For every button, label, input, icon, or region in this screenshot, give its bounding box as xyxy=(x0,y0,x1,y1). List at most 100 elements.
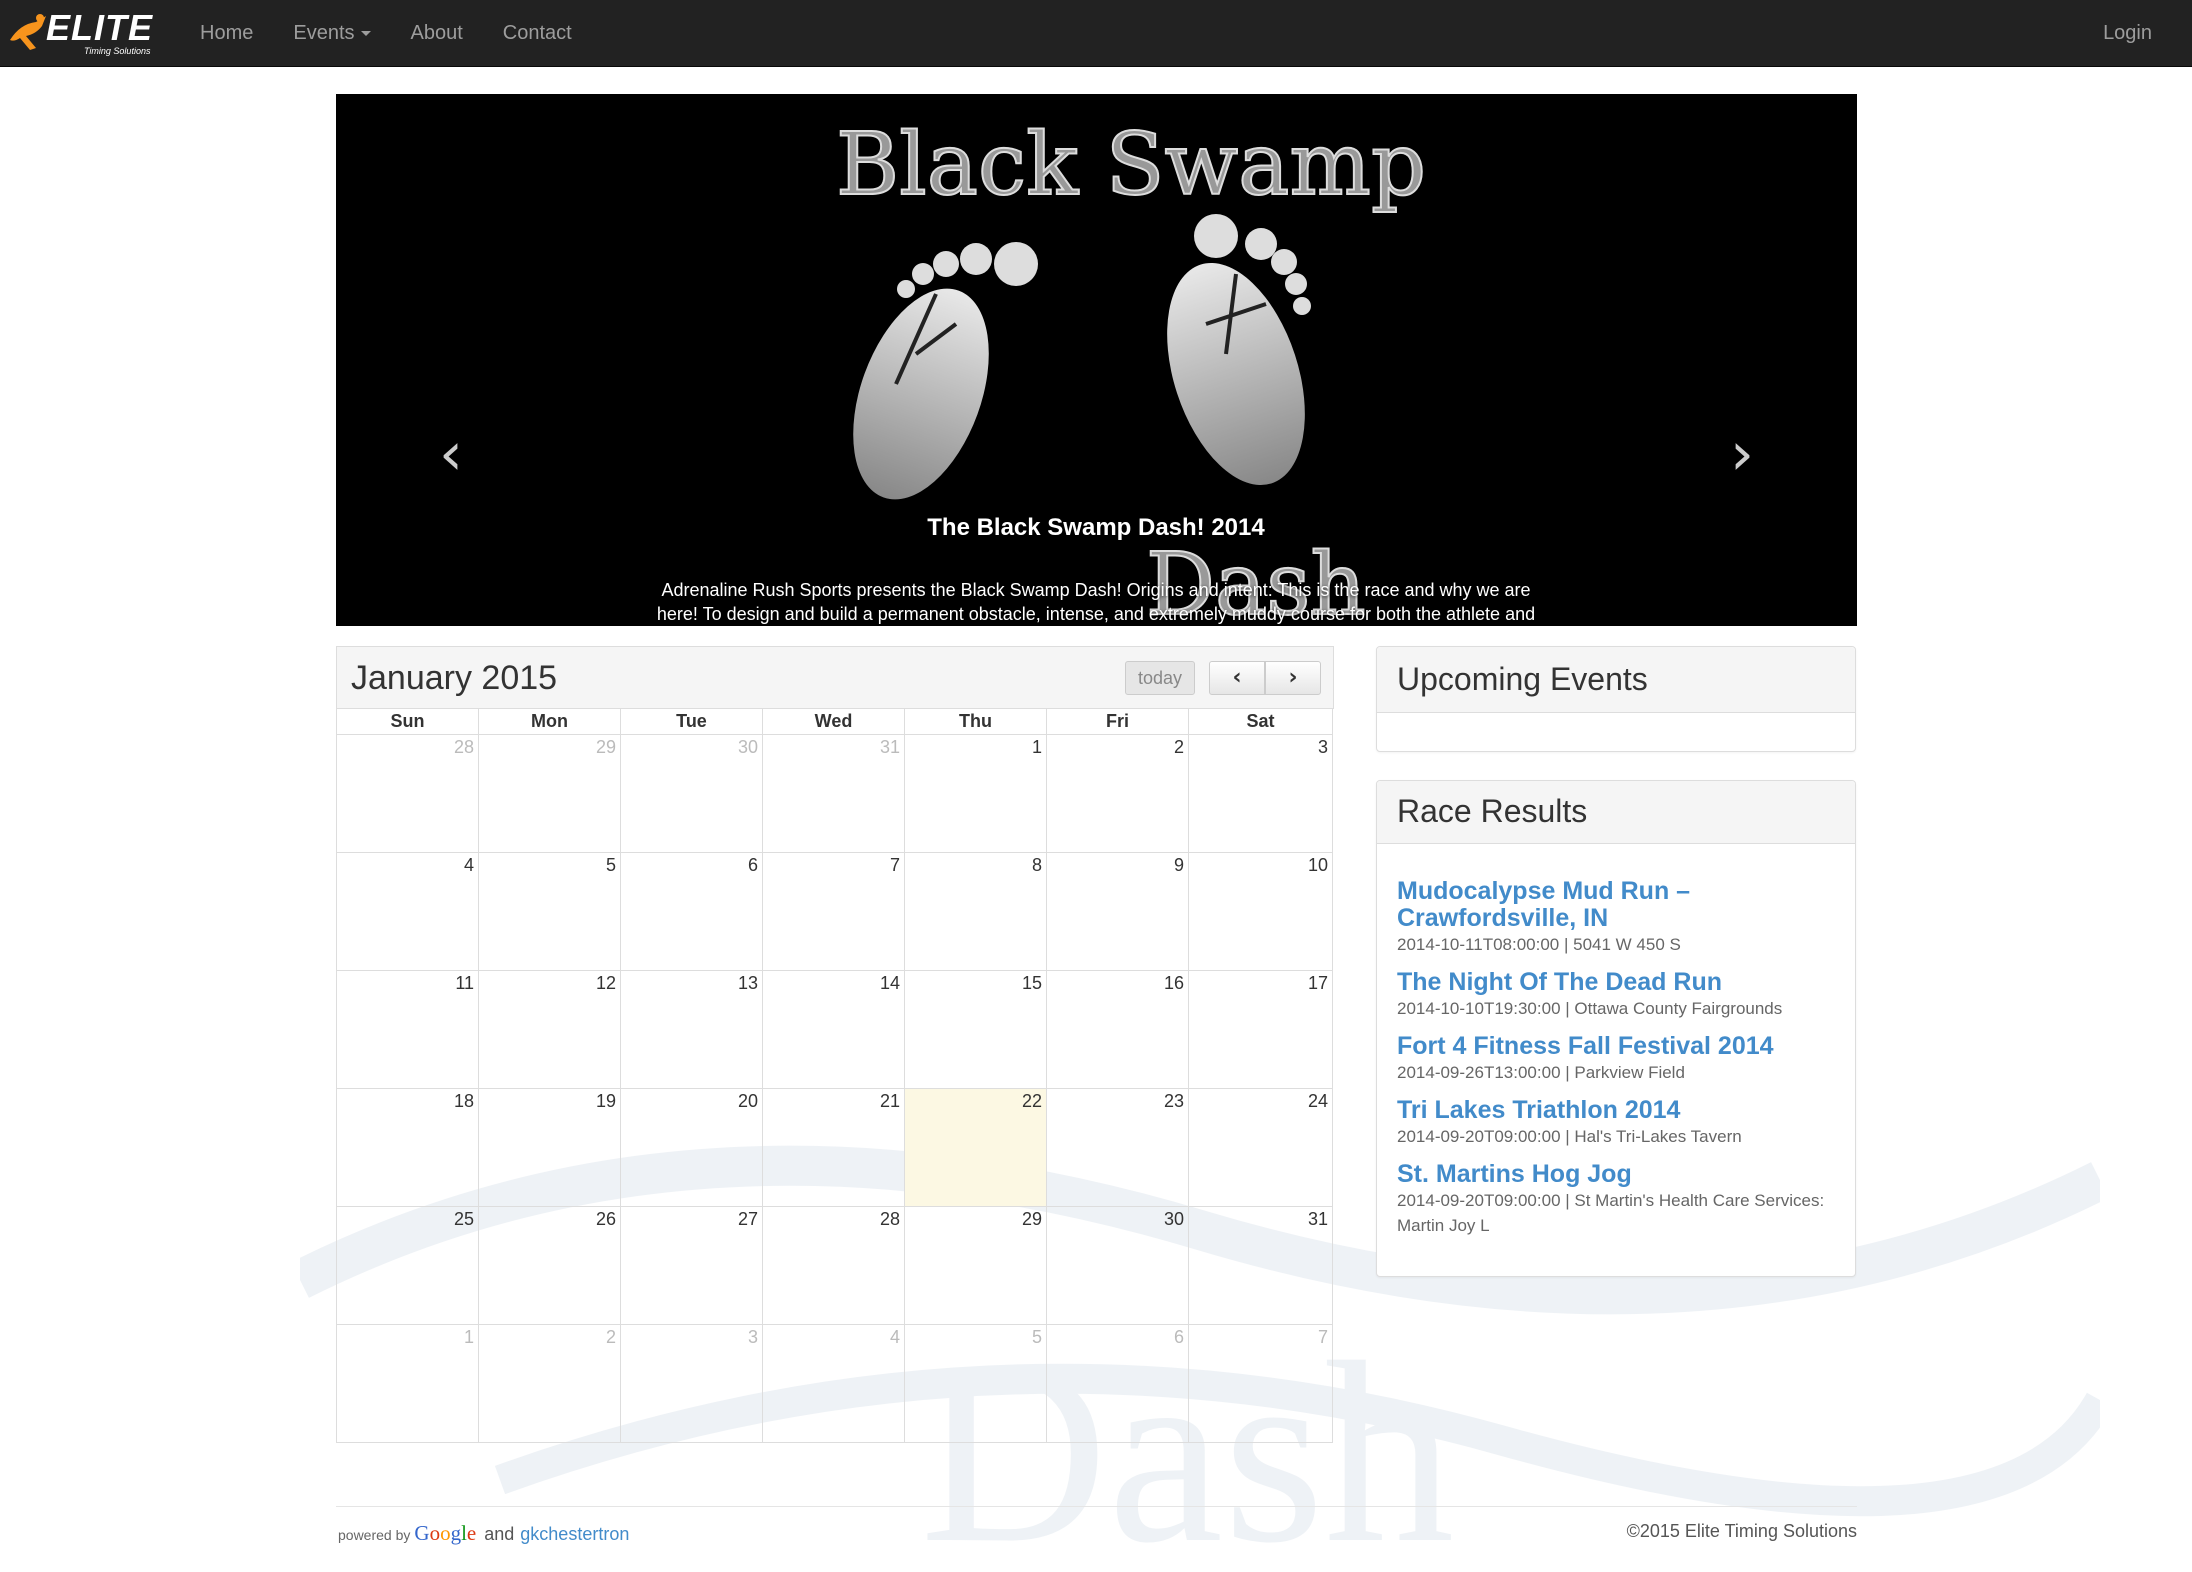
race-result-meta: 2014-09-20T09:00:00 | Hal's Tri-Lakes Ta… xyxy=(1397,1127,1742,1146)
race-results-list: Mudocalypse Mud Run – Crawfordsville, IN… xyxy=(1377,844,1855,1260)
calendar-day-cell-today[interactable]: 22 xyxy=(905,1089,1047,1207)
calendar-day-cell[interactable]: 28 xyxy=(337,735,479,853)
calendar-day-name: Thu xyxy=(905,709,1047,735)
calendar-day-cell[interactable]: 13 xyxy=(621,971,763,1089)
calendar-day-cell[interactable]: 26 xyxy=(479,1207,621,1325)
calendar-day-cell[interactable]: 5 xyxy=(479,853,621,971)
event-calendar: January 2015 today ‹ › Sun Mon Tue Wed Thu Fr… xyxy=(336,646,1334,1443)
calendar-day-cell[interactable]: 28 xyxy=(763,1207,905,1325)
calendar-day-cell[interactable]: 1 xyxy=(905,735,1047,853)
carousel-caption-title: The Black Swamp Dash! 2014 xyxy=(927,514,1265,541)
race-result-meta: 2014-09-26T13:00:00 | Parkview Field xyxy=(1397,1063,1685,1082)
calendar-day-cell[interactable]: 3 xyxy=(1189,735,1333,853)
calendar-day-cell[interactable]: 30 xyxy=(1047,1207,1189,1325)
race-result-meta: 2014-09-20T09:00:00 | St Martin's Health… xyxy=(1397,1191,1825,1235)
calendar-day-cell[interactable]: 2 xyxy=(479,1325,621,1443)
calendar-day-cell[interactable]: 6 xyxy=(621,853,763,971)
calendar-week-row: 18 19 20 21 22 23 24 xyxy=(337,1089,1334,1207)
calendar-day-cell[interactable]: 30 xyxy=(621,735,763,853)
calendar-day-cell[interactable]: 11 xyxy=(337,971,479,1089)
calendar-day-cell[interactable]: 9 xyxy=(1047,853,1189,971)
nav-home[interactable]: Home xyxy=(180,0,273,67)
calendar-week-row: 11 12 13 14 15 16 17 xyxy=(337,971,1334,1089)
calendar-day-cell[interactable]: 6 xyxy=(1047,1325,1189,1443)
calendar-day-name: Tue xyxy=(621,709,763,735)
calendar-day-cell[interactable]: 10 xyxy=(1189,853,1333,971)
race-result-meta: 2014-10-11T08:00:00 | 5041 W 450 S xyxy=(1397,935,1681,954)
calendar-day-cell[interactable]: 7 xyxy=(763,853,905,971)
calendar-today-button[interactable]: today xyxy=(1125,661,1195,695)
author-link[interactable]: gkchestertron xyxy=(520,1524,629,1545)
top-navbar: ELITE Timing Solutions Home Events About… xyxy=(0,0,2192,67)
calendar-day-cell[interactable]: 4 xyxy=(337,853,479,971)
nav-events-dropdown[interactable]: Events xyxy=(273,0,390,67)
calendar-day-cell[interactable]: 12 xyxy=(479,971,621,1089)
calendar-week-row: 1234567 xyxy=(337,1325,1334,1443)
calendar-day-cell[interactable]: 27 xyxy=(621,1207,763,1325)
calendar-day-cell[interactable]: 8 xyxy=(905,853,1047,971)
calendar-grid: Sun Mon Tue Wed Thu Fri Sat 28 29 30 31 1 2 3 4 5 6 7 8 9 1… xyxy=(336,708,1334,1443)
footer-and-text: and xyxy=(484,1524,515,1544)
race-result-link[interactable]: Tri Lakes Triathlon 2014 xyxy=(1397,1097,1835,1124)
calendar-day-cell[interactable]: 31 xyxy=(1189,1207,1333,1325)
calendar-day-cell[interactable]: 2 xyxy=(1047,735,1189,853)
calendar-day-cell[interactable]: 17 xyxy=(1189,971,1333,1089)
calendar-day-cell[interactable]: 19 xyxy=(479,1089,621,1207)
race-result-link[interactable]: St. Martins Hog Jog xyxy=(1397,1161,1835,1188)
carousel-prev-button[interactable]: ‹ xyxy=(426,414,476,494)
footer-copyright: ©2015 Elite Timing Solutions xyxy=(1626,1521,1857,1541)
calendar-day-cell[interactable]: 23 xyxy=(1047,1089,1189,1207)
race-results-panel: Race Results Mudocalypse Mud Run – Crawf… xyxy=(1376,780,1856,1277)
race-result-item: Fort 4 Fitness Fall Festival 2014 2014-0… xyxy=(1397,1033,1835,1085)
calendar-day-cell[interactable]: 1 xyxy=(337,1325,479,1443)
google-logo: Google xyxy=(414,1521,477,1545)
calendar-day-cell[interactable]: 16 xyxy=(1047,971,1189,1089)
race-result-link[interactable]: Fort 4 Fitness Fall Festival 2014 xyxy=(1397,1033,1835,1060)
calendar-day-cell[interactable]: 3 xyxy=(621,1325,763,1443)
calendar-day-name: Sat xyxy=(1189,709,1333,735)
race-results-heading: Race Results xyxy=(1377,781,1855,844)
calendar-prev-button[interactable]: ‹ xyxy=(1209,661,1265,695)
race-result-item: Mudocalypse Mud Run – Crawfordsville, IN… xyxy=(1397,878,1835,957)
nav-login[interactable]: Login xyxy=(2083,0,2172,67)
calendar-week-row: 25 26 27 28 29 30 31 xyxy=(337,1207,1334,1325)
brand-name: ELITE xyxy=(46,7,154,48)
calendar-day-cell[interactable]: 31 xyxy=(763,735,905,853)
calendar-day-cell[interactable]: 4 xyxy=(763,1325,905,1443)
calendar-day-cell[interactable]: 5 xyxy=(905,1325,1047,1443)
race-result-item: Tri Lakes Triathlon 2014 2014-09-20T09:0… xyxy=(1397,1097,1835,1149)
calendar-day-cell[interactable]: 29 xyxy=(479,735,621,853)
calendar-day-cell[interactable]: 24 xyxy=(1189,1089,1333,1207)
calendar-day-name: Fri xyxy=(1047,709,1189,735)
race-result-link[interactable]: The Night Of The Dead Run xyxy=(1397,969,1835,996)
race-result-link[interactable]: Mudocalypse Mud Run – Crawfordsville, IN xyxy=(1397,878,1835,932)
carousel-caption-text: Adrenaline Rush Sports presents the Blac… xyxy=(656,580,1536,624)
carousel-next-button[interactable]: › xyxy=(1717,414,1767,494)
calendar-day-cell[interactable]: 25 xyxy=(337,1207,479,1325)
nav-about[interactable]: About xyxy=(391,0,483,67)
calendar-day-cell[interactable]: 21 xyxy=(763,1089,905,1207)
chevron-down-icon xyxy=(360,30,371,36)
calendar-day-name: Wed xyxy=(763,709,905,735)
calendar-header: January 2015 today ‹ › xyxy=(336,646,1334,708)
calendar-week-row: 28 29 30 31 1 2 3 xyxy=(337,735,1334,853)
calendar-next-button[interactable]: › xyxy=(1265,661,1321,695)
calendar-day-name: Mon xyxy=(479,709,621,735)
calendar-day-name: Sun xyxy=(337,709,479,735)
calendar-day-cell[interactable]: 7 xyxy=(1189,1325,1333,1443)
nav-contact[interactable]: Contact xyxy=(483,0,592,67)
race-result-item: St. Martins Hog Jog 2014-09-20T09:00:00 … xyxy=(1397,1161,1835,1238)
calendar-day-cell[interactable]: 29 xyxy=(905,1207,1047,1325)
calendar-month-title: January 2015 xyxy=(351,659,558,697)
calendar-day-cell[interactable]: 18 xyxy=(337,1089,479,1207)
upcoming-events-heading: Upcoming Events xyxy=(1377,647,1855,713)
calendar-day-cell[interactable]: 14 xyxy=(763,971,905,1089)
brand-logo[interactable]: ELITE Timing Solutions xyxy=(0,0,180,67)
race-result-meta: 2014-10-10T19:30:00 | Ottawa County Fair… xyxy=(1397,999,1783,1018)
upcoming-events-panel: Upcoming Events xyxy=(1376,646,1856,752)
nav-events-label: Events xyxy=(293,21,355,44)
page-footer: powered by Google and gkchestertron ©201… xyxy=(336,1506,1857,1572)
banner-title-top: Black Swamp xyxy=(836,115,1426,215)
calendar-day-cell[interactable]: 15 xyxy=(905,971,1047,1089)
calendar-day-cell[interactable]: 20 xyxy=(621,1089,763,1207)
